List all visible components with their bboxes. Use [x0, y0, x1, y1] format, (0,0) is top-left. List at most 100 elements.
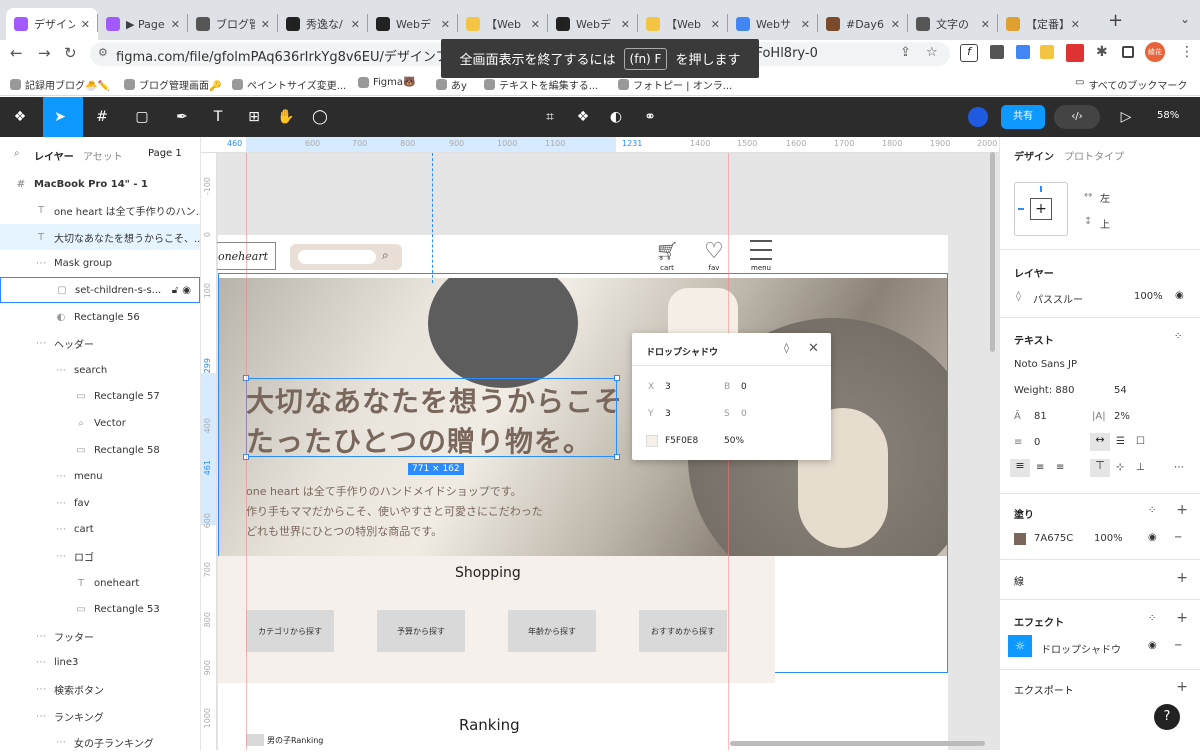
extension-new-icon[interactable]: [1066, 44, 1084, 62]
browser-tab[interactable]: 秀逸な/ ✕: [278, 8, 368, 40]
layer-row[interactable]: ⋯ fav: [0, 490, 200, 516]
forward-arrow-icon[interactable]: →: [38, 44, 51, 62]
header-search-box[interactable]: ⌕: [290, 244, 402, 270]
tab-close-icon[interactable]: ✕: [81, 18, 90, 31]
shadow-spread-input[interactable]: 0: [741, 409, 747, 419]
pen-tool-icon[interactable]: ✒: [172, 107, 192, 127]
component-icon[interactable]: ❖: [573, 107, 593, 127]
fixed-size-icon[interactable]: ☐: [1136, 436, 1145, 447]
visibility-eye-icon[interactable]: ◉: [182, 285, 191, 296]
popup-drop-icon[interactable]: ◊: [784, 343, 789, 354]
layer-row[interactable]: ⋯ menu: [0, 464, 200, 490]
remove-fill-icon[interactable]: −: [1174, 532, 1182, 543]
browser-tab[interactable]: #Day6 ✕: [818, 8, 908, 40]
tab-close-icon[interactable]: ✕: [801, 18, 810, 31]
browser-tab[interactable]: ▶ Page ✕: [98, 8, 188, 40]
browser-tab[interactable]: Webデ ✕: [548, 8, 638, 40]
layer-row[interactable]: Toneheart: [0, 570, 200, 596]
layer-row[interactable]: ⋯ ヘッダー: [0, 331, 200, 357]
browser-tab[interactable]: 文字の ✕: [908, 8, 998, 40]
horizontal-scrollbar[interactable]: [730, 741, 985, 746]
hand-tool-icon[interactable]: ✋: [276, 107, 296, 127]
search-layers-icon[interactable]: ⌕: [14, 148, 20, 159]
effect-visibility-eye-icon[interactable]: ◉: [1148, 640, 1157, 651]
tab-close-icon[interactable]: ✕: [981, 18, 990, 31]
help-button[interactable]: ?: [1154, 704, 1180, 730]
align-center-icon[interactable]: ≡: [1036, 462, 1044, 473]
browser-tab[interactable]: デザイン ✕: [6, 8, 98, 40]
effect-styles-icon[interactable]: ⁘: [1148, 613, 1156, 624]
constraint-vertical[interactable]: 上: [1100, 216, 1110, 231]
extension-icon-1[interactable]: [990, 45, 1004, 59]
comment-tool-icon[interactable]: ◯: [310, 107, 330, 127]
reload-icon[interactable]: ↻: [64, 44, 77, 62]
tab-assets[interactable]: アセット: [83, 148, 123, 163]
tab-close-icon[interactable]: ✕: [261, 18, 270, 31]
layer-row[interactable]: ⋯ line3: [0, 650, 200, 676]
layer-row[interactable]: ⋯ search: [0, 357, 200, 383]
category-button-1[interactable]: カテゴリから探す: [246, 610, 334, 652]
new-tab-icon[interactable]: +: [1108, 10, 1123, 31]
align-right-icon[interactable]: ≡: [1056, 462, 1064, 473]
fill-color-swatch[interactable]: [1014, 533, 1026, 545]
layer-row[interactable]: ⋯ ロゴ: [0, 543, 200, 569]
layer-row[interactable]: ◐ Rectangle 56: [0, 304, 200, 330]
present-play-icon[interactable]: ▷: [1116, 107, 1136, 127]
font-weight-select[interactable]: Weight: 880: [1014, 385, 1074, 396]
text-options-icon[interactable]: ⋯: [1174, 462, 1184, 473]
shadow-opacity-input[interactable]: 50%: [724, 436, 744, 446]
share-page-icon[interactable]: ⇪: [900, 45, 911, 60]
auto-width-icon[interactable]: ↔: [1090, 433, 1110, 451]
effect-type-select[interactable]: ドロップシャドウ: [1041, 641, 1121, 656]
add-stroke-icon[interactable]: +: [1176, 570, 1188, 586]
tab-close-icon[interactable]: ✕: [531, 18, 540, 31]
font-size-input[interactable]: 54: [1114, 385, 1127, 396]
bookmark-item[interactable]: あy: [436, 77, 467, 92]
layer-row[interactable]: ▢ set-children-s-s... 🔓︎ ◉: [0, 277, 200, 304]
category-button-4[interactable]: おすすめから探す: [639, 610, 727, 652]
layer-row[interactable]: ⋯ cart: [0, 517, 200, 543]
dev-mode-toggle[interactable]: ‹/›: [1054, 105, 1100, 129]
fill-color-input[interactable]: 7A675C: [1034, 533, 1073, 544]
browser-tab[interactable]: Webデ ✕: [368, 8, 458, 40]
shadow-color-input[interactable]: F5F0E8: [665, 436, 698, 446]
layer-row[interactable]: # MacBook Pro 14" - 1: [0, 171, 200, 197]
extension-icon-2[interactable]: [1016, 45, 1030, 59]
align-bottom-icon[interactable]: ⊥: [1136, 462, 1145, 473]
move-tool-icon[interactable]: ➤: [50, 107, 70, 127]
popup-close-icon[interactable]: ✕: [808, 341, 819, 356]
remove-effect-icon[interactable]: −: [1174, 640, 1182, 651]
font-family-select[interactable]: Noto Sans JP: [1014, 359, 1077, 370]
layer-row[interactable]: T 大切なあなたを想うからこそ、...: [0, 224, 200, 251]
constraint-horizontal[interactable]: 左: [1100, 190, 1110, 205]
text-tool-icon[interactable]: T: [208, 107, 228, 127]
tab-close-icon[interactable]: ✕: [1071, 18, 1080, 31]
layer-row[interactable]: Tone heart は全て手作りのハン...: [0, 198, 200, 224]
rectangle-tool-icon[interactable]: ▢: [132, 107, 152, 127]
tab-layers[interactable]: レイヤー: [34, 148, 74, 163]
tab-close-icon[interactable]: ✕: [351, 18, 360, 31]
paragraph-spacing-input[interactable]: 0: [1034, 437, 1040, 448]
mask-contrast-icon[interactable]: ◐: [606, 107, 626, 127]
bookmark-star-icon[interactable]: ☆: [926, 45, 938, 60]
layer-row[interactable]: ⋯ 女の子ランキング: [0, 730, 200, 756]
layer-row[interactable]: ▭ Rectangle 53: [0, 597, 200, 623]
page-selector[interactable]: Page 1: [148, 148, 182, 159]
bookmark-item[interactable]: Figma🐻: [358, 77, 415, 88]
bookmark-item[interactable]: テキストを編集する...: [484, 77, 598, 92]
text-styles-grid-icon[interactable]: ⁘: [1174, 331, 1182, 342]
letter-spacing-input[interactable]: 2%: [1114, 411, 1130, 422]
layer-row[interactable]: ⋯ フッター: [0, 623, 200, 649]
shadow-blur-input[interactable]: 0: [741, 382, 747, 392]
site-info-icon[interactable]: ⚙: [98, 46, 108, 59]
layer-row[interactable]: ⋯ ランキング: [0, 703, 200, 729]
tab-close-icon[interactable]: ✕: [891, 18, 900, 31]
layer-row[interactable]: ▭ Rectangle 58: [0, 437, 200, 463]
add-fill-icon[interactable]: +: [1176, 502, 1188, 518]
add-export-icon[interactable]: +: [1176, 679, 1188, 695]
resources-icon[interactable]: ⊞: [244, 107, 264, 127]
sidepanel-icon[interactable]: [1122, 46, 1134, 58]
back-arrow-icon[interactable]: ←: [10, 44, 23, 62]
frame-tool-icon[interactable]: #: [92, 107, 112, 127]
crop-icon[interactable]: ⌗: [540, 107, 560, 127]
